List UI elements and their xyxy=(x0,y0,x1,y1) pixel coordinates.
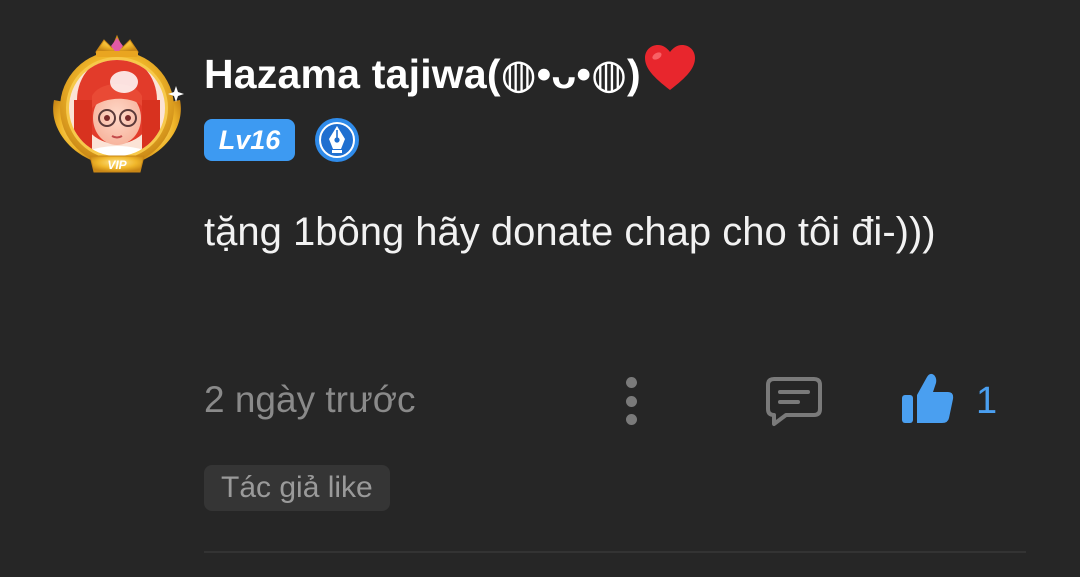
author-like-tag: Tác giả like xyxy=(204,465,390,511)
like-button[interactable]: 1 xyxy=(900,371,997,431)
more-vertical-icon[interactable] xyxy=(616,375,646,427)
user-badges: Lv16 xyxy=(204,118,360,162)
thumbs-up-icon xyxy=(900,371,956,432)
vip-label: VIP xyxy=(107,158,127,172)
username-text: Hazama tajiwa(◍•ᴗ•◍) xyxy=(204,51,641,97)
comment-text: tặng 1bông hãy donate chap cho tôi đi-))… xyxy=(204,210,936,254)
comment-timestamp: 2 ngày trước xyxy=(204,379,416,420)
heart-emoji-icon xyxy=(643,44,697,102)
comment-item: VIP Hazama tajiwa(◍•ᴗ•◍) Lv16 tặng 1bông… xyxy=(0,0,1080,577)
avatar[interactable]: VIP xyxy=(44,30,190,176)
comment-actions: 2 ngày trước 1 xyxy=(204,373,1024,431)
vip-avatar-frame-icon: VIP xyxy=(53,34,184,173)
username[interactable]: Hazama tajiwa(◍•ᴗ•◍) xyxy=(204,44,697,102)
level-badge: Lv16 xyxy=(204,119,295,161)
pen-nib-icon xyxy=(314,117,360,163)
like-count: 1 xyxy=(976,379,998,422)
divider xyxy=(204,551,1026,553)
comment-icon[interactable] xyxy=(764,375,824,427)
